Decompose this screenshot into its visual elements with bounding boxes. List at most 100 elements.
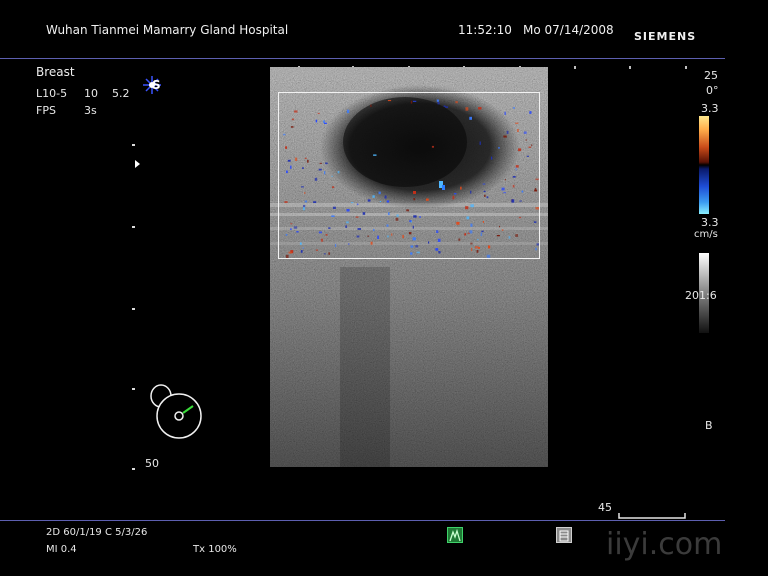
- doppler-speckle: [331, 175, 333, 177]
- doppler-speckle: [406, 209, 410, 212]
- doppler-speckle: [482, 221, 484, 223]
- doppler-speckle: [458, 238, 461, 241]
- doppler-speckle: [370, 104, 372, 107]
- doppler-speckle: [362, 212, 366, 215]
- doppler-speckle: [285, 146, 287, 149]
- doppler-speckle: [503, 135, 507, 138]
- vessel-signal: [442, 185, 445, 190]
- doppler-speckle: [328, 252, 330, 255]
- doppler-speckle: [335, 243, 337, 247]
- probe-letter: S: [152, 78, 161, 92]
- doppler-speckle: [416, 251, 420, 254]
- doppler-speckle: [518, 148, 522, 152]
- doppler-speckle: [315, 119, 318, 123]
- doppler-speckle: [436, 99, 439, 102]
- tissue-harmonic-icon[interactable]: [447, 527, 463, 543]
- doppler-speckle: [455, 101, 458, 104]
- watermark: iiyi.com: [606, 527, 723, 562]
- doppler-speckle: [287, 159, 291, 162]
- doppler-speckle: [290, 126, 294, 128]
- doppler-speckle: [512, 107, 515, 109]
- preset-label: Breast: [36, 65, 75, 79]
- doppler-speckle: [465, 107, 469, 111]
- scale-value: 45: [598, 501, 612, 514]
- doppler-speckle: [521, 190, 524, 193]
- color-velocity-bar: [699, 116, 709, 214]
- doppler-speckle: [379, 201, 382, 202]
- mechanical-index: MI 0.4: [46, 544, 77, 555]
- doppler-speckle: [515, 167, 517, 171]
- doppler-speckle: [412, 225, 414, 229]
- doppler-speckle: [415, 245, 419, 248]
- doppler-speckle: [388, 212, 390, 216]
- doppler-speckle: [435, 248, 439, 251]
- doppler-speckle: [395, 217, 399, 221]
- doppler-speckle: [536, 243, 539, 246]
- doppler-speckle: [319, 162, 322, 164]
- transducer-label: L10-5: [36, 87, 68, 100]
- doppler-speckle: [474, 246, 479, 249]
- doppler-speckle: [317, 112, 320, 114]
- doppler-speckle: [346, 221, 349, 224]
- doppler-speckle: [496, 235, 500, 237]
- frequency-primary: 10: [84, 87, 98, 100]
- doppler-speckle: [372, 195, 375, 198]
- color-doppler-roi[interactable]: [278, 92, 540, 259]
- doppler-speckle: [486, 254, 491, 258]
- doppler-speckle: [491, 156, 493, 160]
- doppler-speckle: [431, 145, 434, 148]
- doppler-speckle: [460, 186, 462, 190]
- doppler-speckle: [413, 198, 416, 201]
- doppler-speckle: [324, 122, 327, 124]
- doppler-speckle: [499, 225, 501, 228]
- doppler-speckle: [528, 146, 532, 148]
- doppler-speckle: [483, 190, 486, 193]
- doppler-speckle: [283, 133, 286, 136]
- doppler-speckle: [488, 245, 491, 249]
- doppler-speckle: [412, 100, 417, 102]
- doppler-speckle: [332, 186, 335, 189]
- doppler-speckle: [456, 221, 460, 225]
- doppler-speckle: [285, 234, 288, 236]
- focus-marker-icon: [135, 160, 140, 168]
- doppler-speckle: [428, 241, 430, 244]
- doppler-speckle: [512, 176, 516, 178]
- mode-parameters: 2D 60/1/19 C 5/3/26: [46, 527, 148, 538]
- doppler-speckle: [350, 202, 354, 204]
- doppler-speckle: [315, 249, 318, 251]
- color-scale-unit: cm/s: [694, 229, 718, 240]
- doppler-speckle: [470, 204, 474, 208]
- doppler-speckle: [337, 171, 340, 174]
- doppler-speckle: [470, 242, 473, 245]
- doppler-speckle: [290, 165, 292, 169]
- clip-store-icon[interactable]: [556, 527, 572, 543]
- doppler-speckle: [396, 214, 399, 217]
- doppler-speckle: [476, 250, 479, 253]
- doppler-speckle: [501, 187, 505, 191]
- doppler-speckle: [470, 190, 472, 194]
- doppler-speckle: [534, 188, 537, 192]
- doppler-speckle: [290, 223, 293, 225]
- doppler-speckle: [515, 122, 519, 124]
- doppler-speckle: [526, 155, 529, 157]
- doppler-speckle: [519, 200, 522, 202]
- doppler-speckle: [320, 238, 324, 242]
- doppler-speckle: [480, 232, 483, 236]
- fps-label: FPS: [36, 104, 56, 117]
- doppler-speckle: [518, 216, 522, 219]
- doppler-speckle: [300, 250, 303, 253]
- doppler-speckle: [302, 247, 304, 249]
- doppler-speckle: [471, 247, 473, 252]
- doppler-speckle: [517, 129, 519, 132]
- scale-bar: [618, 504, 686, 519]
- doppler-speckle: [512, 184, 515, 188]
- doppler-speckle: [452, 195, 455, 200]
- doppler-speckle: [314, 177, 318, 181]
- doppler-speckle: [533, 221, 537, 223]
- doppler-speckle: [346, 109, 350, 114]
- doppler-speckle: [467, 232, 470, 234]
- doppler-speckle: [332, 206, 336, 209]
- doppler-speckle: [387, 100, 392, 102]
- doppler-speckle: [328, 227, 331, 229]
- doppler-speckle: [346, 209, 350, 212]
